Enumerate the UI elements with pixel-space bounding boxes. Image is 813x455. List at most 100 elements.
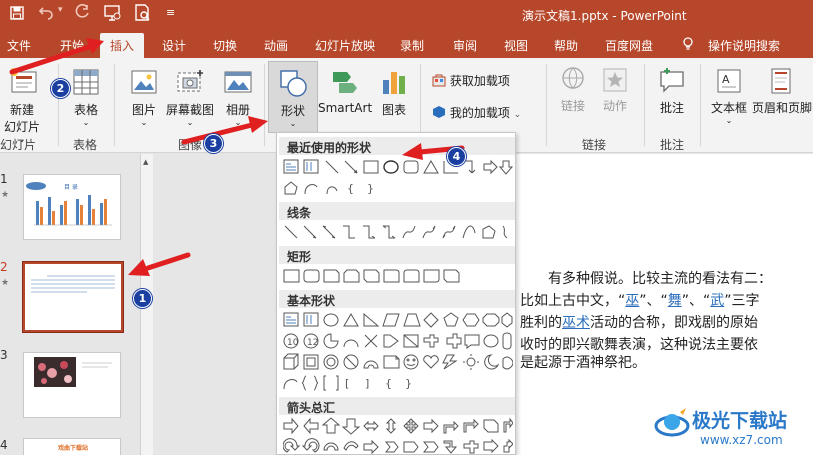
slide-thumbnail-3[interactable] bbox=[23, 352, 121, 418]
section-basic-shapes: 基本形状 bbox=[279, 290, 515, 308]
slide-thumbnail-1[interactable]: 目 录 bbox=[23, 174, 121, 240]
textbox-button[interactable]: A 文本框 ⌄ bbox=[706, 66, 752, 125]
slide-number: 2 bbox=[0, 260, 8, 274]
scroll-up-icon[interactable]: ▲ bbox=[143, 158, 148, 166]
slide-text-line-4[interactable]: 收时的即兴歌舞表演，这种说法主要依 bbox=[520, 334, 758, 354]
tab-baidu-netdisk[interactable]: 百度网盘 bbox=[605, 37, 653, 54]
picture-label: 图片 bbox=[131, 103, 156, 117]
rectangles-row[interactable] bbox=[283, 267, 473, 285]
slide-3-content bbox=[34, 357, 112, 387]
tab-help[interactable]: 帮助 bbox=[554, 37, 578, 54]
store-icon bbox=[432, 74, 446, 87]
block-arrows-row-1[interactable] bbox=[283, 417, 513, 435]
redo-icon[interactable] bbox=[74, 4, 90, 24]
tab-animations[interactable]: 动画 bbox=[264, 37, 288, 54]
my-addins-dropdown-icon[interactable]: ⌄ bbox=[514, 110, 522, 120]
ribbon-separator bbox=[700, 64, 701, 146]
basic-shapes-row-1[interactable] bbox=[283, 311, 513, 329]
svg-text:}: } bbox=[367, 182, 374, 195]
recent-shapes-row-2[interactable]: { } bbox=[283, 179, 403, 197]
shapes-gallery-dropdown: 最近使用的形状 { } 线条 矩形 基本形状 10 12 [] {} 箭头总… bbox=[276, 132, 516, 455]
svg-text:{: { bbox=[385, 377, 392, 390]
chart-button[interactable]: 图表 bbox=[374, 66, 414, 118]
slide-4-thumb-title: 戏曲下载站 bbox=[58, 445, 89, 452]
tab-view[interactable]: 视图 bbox=[504, 37, 528, 54]
basic-shapes-row-2[interactable]: 10 12 bbox=[283, 332, 513, 350]
my-addins-button[interactable]: 我的加载项 ⌄ bbox=[432, 104, 521, 121]
screenshot-dropdown-icon[interactable]: ⌄ bbox=[164, 118, 216, 127]
textbox-label: 文本框 bbox=[710, 101, 747, 115]
slide-text-line-5[interactable]: 是起源于酒神祭祀。 bbox=[520, 352, 646, 372]
tell-me-search[interactable]: 操作说明搜索 bbox=[708, 37, 780, 54]
slide-text-line-2[interactable]: 比如上古中文，“巫”、“舞”、“武”三字 bbox=[520, 290, 760, 310]
customize-toolbar-icon[interactable]: ≡ bbox=[166, 6, 175, 19]
tab-transitions[interactable]: 切换 bbox=[213, 37, 237, 54]
picture-dropdown-icon[interactable]: ⌄ bbox=[124, 118, 164, 127]
photo-album-button[interactable]: 相册 ⌄ bbox=[218, 66, 258, 127]
tab-slideshow[interactable]: 幻灯片放映 bbox=[315, 37, 375, 54]
slide-text-line-1[interactable]: 有多种假说。比较主流的看法有二： bbox=[548, 268, 772, 288]
slide-text-line-3[interactable]: 胜利的巫术活动的合称，即戏剧的原始 bbox=[520, 312, 758, 332]
get-addins-button[interactable]: 获取加载项 bbox=[432, 72, 510, 89]
textbox-icon: A bbox=[717, 69, 741, 93]
comment-icon bbox=[660, 68, 684, 93]
picture-button[interactable]: 图片 ⌄ bbox=[124, 66, 164, 127]
chart-label: 图表 bbox=[381, 103, 406, 117]
watermark-logo-icon bbox=[654, 408, 690, 437]
action-button[interactable]: 动作 bbox=[597, 66, 633, 114]
lines-row[interactable] bbox=[283, 223, 513, 241]
shapes-dropdown-icon[interactable]: ⌄ bbox=[269, 119, 317, 128]
tab-home[interactable]: 开始 bbox=[60, 37, 84, 54]
undo-dropdown-icon[interactable]: ▾ bbox=[58, 5, 63, 15]
slide-number: 4 bbox=[0, 438, 8, 452]
undo-icon[interactable] bbox=[38, 4, 54, 24]
print-preview-icon[interactable] bbox=[134, 4, 152, 26]
photo-album-label: 相册 bbox=[225, 103, 250, 117]
link-button[interactable]: 链接 bbox=[555, 66, 591, 114]
textbox-dropdown-icon[interactable]: ⌄ bbox=[706, 116, 752, 125]
title-bar: ▾ ≡ 演示文稿1.pptx - PowerPoint bbox=[0, 0, 813, 30]
section-block-arrows: 箭头总汇 bbox=[279, 397, 515, 415]
step-badge-3: 3 bbox=[204, 134, 223, 153]
save-icon[interactable] bbox=[10, 6, 24, 24]
block-arrows-row-2[interactable] bbox=[283, 438, 513, 454]
screenshot-button[interactable]: 屏幕截图 ⌄ bbox=[164, 66, 216, 127]
hyperlink-dance[interactable]: 舞 bbox=[668, 293, 682, 309]
basic-shapes-row-4[interactable]: [ ] { } bbox=[283, 374, 433, 392]
text-run: 胜利的 bbox=[520, 315, 562, 331]
svg-text:10: 10 bbox=[287, 338, 299, 348]
header-footer-button[interactable]: 页眉和页脚 bbox=[752, 66, 813, 116]
window-title: 演示文稿1.pptx - PowerPoint bbox=[522, 9, 687, 23]
comment-label: 批注 bbox=[659, 101, 684, 115]
slide-thumbnail-2[interactable] bbox=[22, 261, 124, 333]
slide-thumbnail-4[interactable]: 戏曲下载站 bbox=[23, 438, 121, 455]
shapes-button[interactable]: 形状 ⌄ bbox=[268, 61, 318, 133]
hyperlink-martial[interactable]: 武 bbox=[710, 293, 724, 309]
from-beginning-icon[interactable] bbox=[104, 4, 122, 26]
svg-text:12: 12 bbox=[307, 338, 318, 348]
new-slide-label-1: 新建 bbox=[9, 103, 34, 117]
tab-insert[interactable]: 插入 bbox=[100, 33, 145, 58]
slide-1-thumb-title: 目 录 bbox=[64, 184, 78, 191]
tab-record[interactable]: 录制 bbox=[400, 37, 424, 54]
hyperlink-witchcraft[interactable]: 巫术 bbox=[562, 315, 590, 331]
photo-album-dropdown-icon[interactable]: ⌄ bbox=[218, 118, 258, 127]
text-run: ”三字 bbox=[724, 293, 760, 309]
tab-design[interactable]: 设计 bbox=[162, 37, 186, 54]
tab-review[interactable]: 审阅 bbox=[453, 37, 477, 54]
tell-me-icon[interactable] bbox=[682, 37, 694, 54]
step-badge-2: 2 bbox=[51, 79, 70, 98]
recent-shapes-row-1[interactable] bbox=[283, 158, 513, 176]
section-lines: 线条 bbox=[279, 202, 515, 220]
table-dropdown-icon[interactable]: ⌄ bbox=[66, 118, 106, 127]
star-icon: ★ bbox=[1, 190, 10, 200]
slide-number: 3 bbox=[0, 348, 8, 362]
table-button[interactable]: 表格 ⌄ bbox=[66, 66, 106, 127]
smartart-button[interactable]: SmartArt bbox=[318, 66, 372, 115]
basic-shapes-row-3[interactable] bbox=[283, 353, 513, 371]
hyperlink-wu[interactable]: 巫 bbox=[625, 293, 639, 309]
tab-file[interactable]: 文件 bbox=[7, 37, 31, 54]
comment-button[interactable]: 批注 bbox=[652, 66, 692, 116]
text-run: 活动的合称，即戏剧的原始 bbox=[590, 315, 758, 331]
new-slide-button[interactable]: 新建 幻灯片 ⌄ bbox=[0, 66, 44, 144]
